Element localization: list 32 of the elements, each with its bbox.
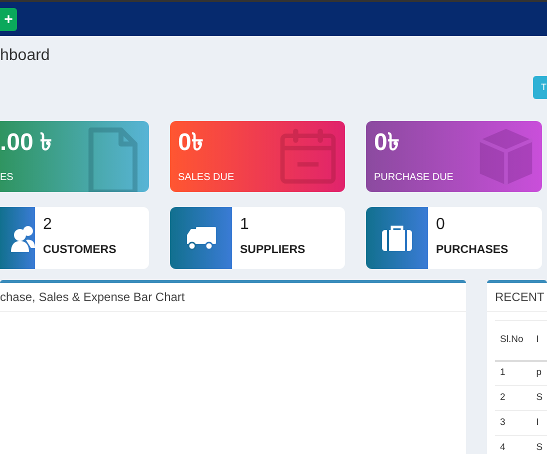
panel-title: chase, Sales & Expense Bar Chart <box>0 283 466 312</box>
table-cell: p <box>531 360 547 386</box>
box-label: SUPPLIERS <box>240 243 306 258</box>
people-icon <box>11 224 35 252</box>
page-title: hboard <box>0 47 50 64</box>
amount: 0৳ <box>178 129 204 157</box>
table-cell: 1 <box>495 360 532 386</box>
amount: .00 ৳ <box>0 129 52 157</box>
truck-icon <box>186 225 216 251</box>
amount: 0৳ <box>374 129 400 157</box>
column-header: I <box>531 320 547 360</box>
table-cell: 4 <box>495 436 532 454</box>
box-label: PURCHASES <box>436 243 508 258</box>
card-label: SALES DUE <box>178 171 234 185</box>
panel-title: RECENT <box>487 283 547 312</box>
column-header: Sl.No <box>495 320 532 360</box>
table-cell: S <box>531 436 547 454</box>
box-label: CUSTOMERS <box>43 243 116 258</box>
count: 0 <box>436 215 445 235</box>
table-cell: 2 <box>495 386 532 410</box>
card-label: PURCHASE DUE <box>374 171 454 185</box>
box-icon <box>478 127 534 187</box>
card-label: ES <box>0 171 14 185</box>
table-cell: S <box>531 386 547 410</box>
count: 2 <box>43 215 52 235</box>
table-cell: I <box>531 410 547 436</box>
toolbar-button[interactable]: T <box>533 76 547 99</box>
calendar-icon <box>279 127 337 185</box>
briefcase-icon <box>381 224 413 252</box>
table-cell: 3 <box>495 410 532 436</box>
count: 1 <box>240 215 249 235</box>
add-button[interactable]: + <box>0 8 17 30</box>
